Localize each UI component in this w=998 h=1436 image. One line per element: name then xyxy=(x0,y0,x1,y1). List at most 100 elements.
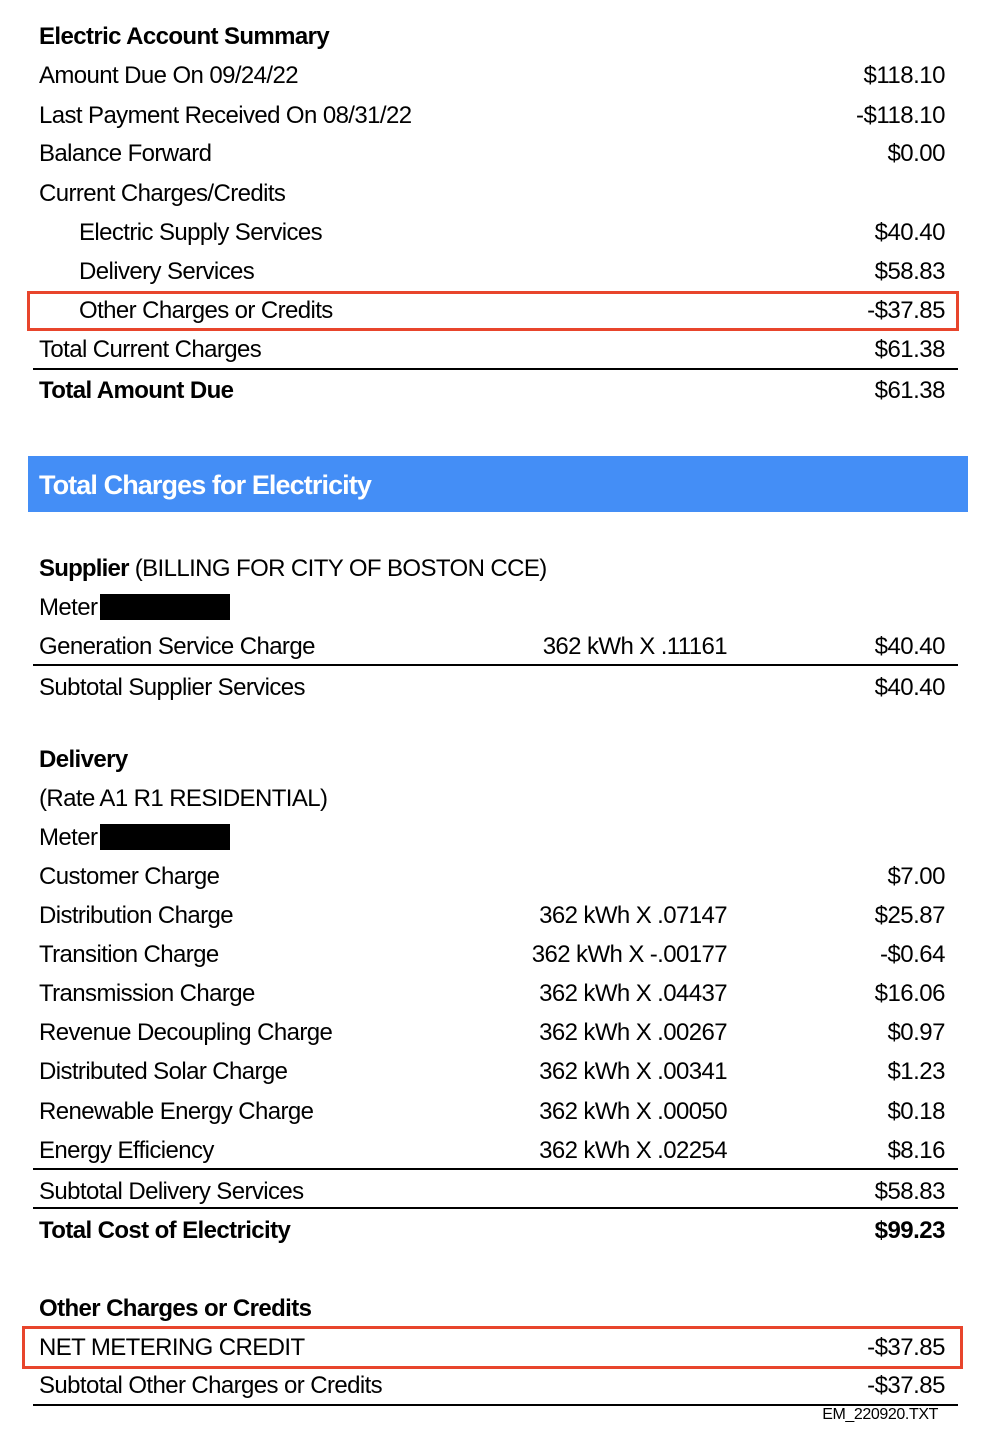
supplier-subtotal-row: Subtotal Supplier Services $40.40 xyxy=(39,668,946,707)
row-calc: 362 kWh X -.00177 xyxy=(531,941,728,968)
delivery-item-row: Transition Charge 362 kWh X -.00177 -$0.… xyxy=(39,935,946,974)
supplier-heading: Supplier xyxy=(39,555,129,582)
row-label: Transition Charge xyxy=(39,941,219,968)
row-amount: $16.06 xyxy=(874,980,946,1007)
meter-label: Meter xyxy=(39,824,98,851)
row-amount: $7.00 xyxy=(887,863,945,890)
banner-title: Total Charges for Electricity xyxy=(39,470,372,500)
other-charges-item-row: NET METERING CREDIT -$37.85 xyxy=(39,1328,945,1367)
delivery-meter-row: Meter xyxy=(39,818,945,857)
total-amount-due-value: $61.38 xyxy=(874,377,946,404)
row-label: Distribution Charge xyxy=(39,902,234,929)
row-amount: $0.18 xyxy=(887,1098,945,1125)
delivery-item-row: Distributed Solar Charge 362 kWh X .0034… xyxy=(39,1052,945,1091)
row-calc: 362 kWh X .00050 xyxy=(539,1098,727,1125)
total-cost-label: Total Cost of Electricity xyxy=(39,1217,291,1244)
delivery-rate: (Rate A1 R1 RESIDENTIAL) xyxy=(39,785,328,812)
account-summary-title: Electric Account Summary xyxy=(39,23,330,50)
row-amount: $8.16 xyxy=(887,1137,945,1164)
row-label: Balance Forward xyxy=(39,140,212,167)
row-label: Total Current Charges xyxy=(39,336,262,363)
row-calc: 362 kWh X .04437 xyxy=(539,980,727,1007)
row-label: Customer Charge xyxy=(39,863,220,890)
supplier-meter-row: Meter xyxy=(39,588,945,627)
supplier-item-row: Generation Service Charge 362 kWh X .111… xyxy=(39,627,946,666)
other-charges-heading-row: Other Charges or Credits xyxy=(39,1289,945,1328)
delivery-heading-row: Delivery xyxy=(39,740,945,779)
summary-row-total-current-charges: Total Current Charges $61.38 xyxy=(39,330,946,369)
summary-row-last-payment: Last Payment Received On 08/31/22 -$118.… xyxy=(39,96,945,135)
redacted-meter-number xyxy=(100,593,231,620)
row-label: Electric Supply Services xyxy=(79,219,323,246)
redacted-meter-number xyxy=(100,823,231,850)
meter-wrap: Meter xyxy=(39,588,231,627)
summary-row-electric-supply: Electric Supply Services $40.40 xyxy=(39,213,946,252)
row-amount: $25.87 xyxy=(874,902,946,929)
supplier-heading-row: Supplier (BILLING FOR CITY OF BOSTON CCE… xyxy=(39,549,945,588)
row-label: Last Payment Received On 08/31/22 xyxy=(39,102,412,129)
delivery-item-row: Revenue Decoupling Charge 362 kWh X .002… xyxy=(39,1013,945,1052)
row-label: Transmission Charge xyxy=(39,980,255,1007)
row-calc: 362 kWh X .00341 xyxy=(539,1058,727,1085)
row-label: Distributed Solar Charge xyxy=(39,1058,288,1085)
row-amount: $0.97 xyxy=(887,1019,945,1046)
delivery-rate-row: (Rate A1 R1 RESIDENTIAL) xyxy=(39,779,945,818)
summary-row-other-charges: Other Charges or Credits -$37.85 xyxy=(39,291,945,330)
summary-row-balance-forward: Balance Forward $0.00 xyxy=(39,134,945,173)
row-calc: 362 kWh X .07147 xyxy=(539,902,727,929)
row-amount: $0.00 xyxy=(887,140,945,167)
delivery-item-row: Renewable Energy Charge 362 kWh X .00050… xyxy=(39,1092,945,1131)
other-charges-subtotal-row: Subtotal Other Charges or Credits -$37.8… xyxy=(39,1366,945,1405)
meter-label: Meter xyxy=(39,594,98,621)
row-calc: 362 kWh X .00267 xyxy=(539,1019,727,1046)
delivery-heading: Delivery xyxy=(39,746,128,773)
row-label: Current Charges/Credits xyxy=(39,180,286,207)
row-amount: $61.38 xyxy=(874,336,946,363)
row-label: Subtotal Other Charges or Credits xyxy=(39,1372,383,1399)
account-summary-title-row: Electric Account Summary xyxy=(39,17,945,56)
row-amount: $1.23 xyxy=(887,1058,945,1085)
row-calc: 362 kWh X .02254 xyxy=(539,1137,727,1164)
row-amount: -$37.85 xyxy=(867,1334,945,1361)
row-amount: -$37.85 xyxy=(867,1372,945,1399)
summary-row-total-amount-due: Total Amount Due $61.38 xyxy=(39,371,946,410)
supplier-heading-detail: (BILLING FOR CITY OF BOSTON CCE) xyxy=(134,555,548,582)
total-cost-row: Total Cost of Electricity $99.23 xyxy=(39,1211,946,1250)
divider xyxy=(33,664,958,666)
row-amount: -$118.10 xyxy=(856,102,945,129)
row-label: Renewable Energy Charge xyxy=(39,1098,314,1125)
row-amount: -$37.85 xyxy=(867,297,945,324)
supplier-heading-wrap: Supplier (BILLING FOR CITY OF BOSTON CCE… xyxy=(39,549,547,588)
row-label: Other Charges or Credits xyxy=(79,297,333,324)
row-amount: -$0.64 xyxy=(879,941,946,968)
total-amount-due-label: Total Amount Due xyxy=(39,377,234,404)
row-label: Generation Service Charge xyxy=(39,633,315,660)
footer-file-name: EM_220920.TXT xyxy=(822,1406,938,1423)
row-label: Delivery Services xyxy=(79,258,255,285)
row-calc: 362 kWh X .11161 xyxy=(542,633,728,660)
summary-row-amount-due: Amount Due On 09/24/22 $118.10 xyxy=(39,56,946,95)
total-cost-value: $99.23 xyxy=(874,1217,946,1244)
row-amount: $40.40 xyxy=(874,674,946,701)
row-label: Subtotal Delivery Services xyxy=(39,1178,304,1205)
row-amount: $40.40 xyxy=(874,219,946,246)
divider xyxy=(33,1404,958,1406)
delivery-item-row: Distribution Charge 362 kWh X .07147 $25… xyxy=(39,896,946,935)
row-amount: $40.40 xyxy=(874,633,946,660)
summary-row-delivery-services: Delivery Services $58.83 xyxy=(39,252,946,291)
row-label: Subtotal Supplier Services xyxy=(39,674,305,701)
delivery-subtotal-row: Subtotal Delivery Services $58.83 xyxy=(39,1172,946,1211)
row-label: NET METERING CREDIT xyxy=(39,1334,305,1361)
row-amount: $118.10 xyxy=(863,62,946,89)
other-charges-heading: Other Charges or Credits xyxy=(39,1295,312,1322)
divider xyxy=(33,1207,958,1209)
summary-row-current-charges-header: Current Charges/Credits xyxy=(39,174,945,213)
row-amount: $58.83 xyxy=(874,258,946,285)
meter-wrap: Meter xyxy=(39,818,231,857)
row-label: Energy Efficiency xyxy=(39,1137,214,1164)
total-charges-banner: Total Charges for Electricity xyxy=(28,456,968,512)
delivery-item-row: Transmission Charge 362 kWh X .04437 $16… xyxy=(39,974,946,1013)
delivery-item-row: Energy Efficiency 362 kWh X .02254 $8.16 xyxy=(39,1131,945,1170)
row-label: Revenue Decoupling Charge xyxy=(39,1019,333,1046)
delivery-item-row: Customer Charge $7.00 xyxy=(39,857,945,896)
